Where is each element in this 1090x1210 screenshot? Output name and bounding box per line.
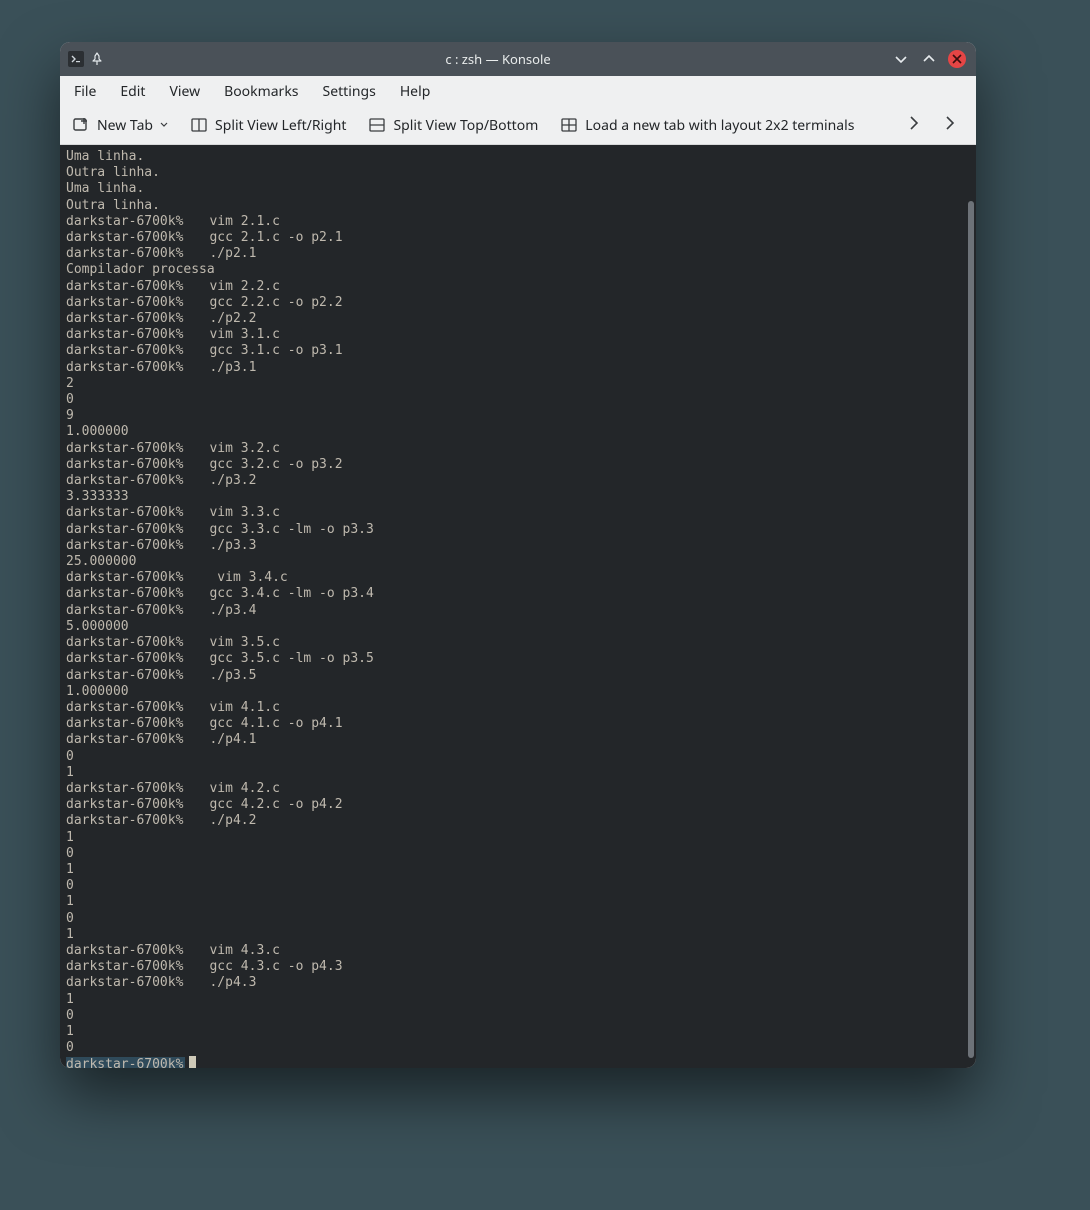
terminal-line: darkstar-6700k% ./p3.1 bbox=[66, 360, 970, 376]
terminal-line: 0 bbox=[66, 1008, 970, 1024]
terminal-line: darkstar-6700k% vim 3.5.c bbox=[66, 635, 970, 651]
terminal-line: darkstar-6700k% vim 2.1.c bbox=[66, 214, 970, 230]
new-tab-icon bbox=[72, 116, 90, 134]
app-icon bbox=[68, 51, 84, 67]
terminal-line: darkstar-6700k% vim 3.4.c bbox=[66, 570, 970, 586]
terminal-line: darkstar-6700k% gcc 3.2.c -o p3.2 bbox=[66, 457, 970, 473]
terminal-line: darkstar-6700k% ./p3.3 bbox=[66, 538, 970, 554]
split-top-bottom-button[interactable]: Split View Top/Bottom bbox=[368, 116, 538, 135]
terminal-line: 0 bbox=[66, 878, 970, 894]
terminal-line: darkstar-6700k% gcc 4.1.c -o p4.1 bbox=[66, 716, 970, 732]
terminal-content[interactable]: Uma linha.Outra linha.Uma linha.Outra li… bbox=[60, 145, 976, 1068]
terminal-line: 1 bbox=[66, 1024, 970, 1040]
terminal-line: darkstar-6700k% vim 2.2.c bbox=[66, 279, 970, 295]
terminal-line: Outra linha. bbox=[66, 198, 970, 214]
menu-settings[interactable]: Settings bbox=[323, 82, 376, 101]
menu-bookmarks[interactable]: Bookmarks bbox=[224, 82, 298, 101]
layout-2x2-label: Load a new tab with layout 2x2 terminals bbox=[585, 116, 854, 135]
terminal-line: darkstar-6700k% gcc 2.2.c -o p2.2 bbox=[66, 295, 970, 311]
terminal-line: darkstar-6700k% vim 3.3.c bbox=[66, 505, 970, 521]
terminal-line: Outra linha. bbox=[66, 165, 970, 181]
terminal-line: darkstar-6700k% gcc 3.4.c -lm -o p3.4 bbox=[66, 586, 970, 602]
terminal-line: Uma linha. bbox=[66, 149, 970, 165]
nav-prev-button[interactable] bbox=[906, 115, 922, 136]
terminal-line: 0 bbox=[66, 392, 970, 408]
maximize-button[interactable] bbox=[920, 50, 938, 68]
terminal-line: darkstar-6700k% ./p3.2 bbox=[66, 473, 970, 489]
terminal-line: darkstar-6700k% gcc 3.5.c -lm -o p3.5 bbox=[66, 651, 970, 667]
toolbar: New Tab Split View Left/Right Split View… bbox=[60, 106, 976, 145]
terminal-line: 0 bbox=[66, 1040, 970, 1056]
terminal-line: Uma linha. bbox=[66, 181, 970, 197]
terminal-line: 9 bbox=[66, 408, 970, 424]
terminal-line: 2 bbox=[66, 376, 970, 392]
terminal-line: darkstar-6700k% ./p4.2 bbox=[66, 813, 970, 829]
scrollbar-thumb[interactable] bbox=[968, 201, 974, 1058]
new-tab-label: New Tab bbox=[97, 116, 153, 135]
menu-view[interactable]: View bbox=[169, 82, 200, 101]
terminal-line: 0 bbox=[66, 911, 970, 927]
terminal-line: darkstar-6700k% ./p4.3 bbox=[66, 975, 970, 991]
new-tab-button[interactable]: New Tab bbox=[72, 116, 168, 135]
terminal-line: 1 bbox=[66, 992, 970, 1008]
menubar: File Edit View Bookmarks Settings Help bbox=[60, 76, 976, 106]
terminal-line: 1 bbox=[66, 765, 970, 781]
terminal-line: darkstar-6700k% vim 3.2.c bbox=[66, 441, 970, 457]
terminal-line: 1 bbox=[66, 927, 970, 943]
konsole-window: c : zsh — Konsole File Edit View Bookmar… bbox=[60, 42, 976, 1068]
terminal-line: 1 bbox=[66, 894, 970, 910]
minimize-button[interactable] bbox=[892, 50, 910, 68]
titlebar-left bbox=[60, 51, 104, 67]
terminal-line: darkstar-6700k% vim 3.1.c bbox=[66, 327, 970, 343]
terminal-line: 3.333333 bbox=[66, 489, 970, 505]
split-left-right-button[interactable]: Split View Left/Right bbox=[190, 116, 346, 135]
terminal-current-line[interactable]: darkstar-6700k% bbox=[66, 1056, 970, 1068]
split-lr-label: Split View Left/Right bbox=[215, 116, 346, 135]
terminal-line: darkstar-6700k% vim 4.3.c bbox=[66, 943, 970, 959]
menu-edit[interactable]: Edit bbox=[120, 82, 145, 101]
terminal-line: 1.000000 bbox=[66, 424, 970, 440]
terminal-line: 1.000000 bbox=[66, 684, 970, 700]
toolbar-nav bbox=[906, 115, 964, 136]
terminal-line: darkstar-6700k% gcc 4.3.c -o p4.3 bbox=[66, 959, 970, 975]
grid-2x2-icon bbox=[560, 116, 578, 134]
menu-help[interactable]: Help bbox=[400, 82, 431, 101]
terminal-line: darkstar-6700k% gcc 4.2.c -o p4.2 bbox=[66, 797, 970, 813]
split-tb-icon bbox=[368, 116, 386, 134]
terminal-line: darkstar-6700k% ./p3.5 bbox=[66, 668, 970, 684]
terminal-line: 0 bbox=[66, 846, 970, 862]
terminal-line: 0 bbox=[66, 749, 970, 765]
terminal-line: 5.000000 bbox=[66, 619, 970, 635]
cursor-icon bbox=[189, 1056, 196, 1068]
terminal-line: darkstar-6700k% vim 4.2.c bbox=[66, 781, 970, 797]
titlebar-controls bbox=[892, 50, 976, 68]
terminal-line: 1 bbox=[66, 830, 970, 846]
layout-2x2-button[interactable]: Load a new tab with layout 2x2 terminals bbox=[560, 116, 854, 135]
split-lr-icon bbox=[190, 116, 208, 134]
terminal-line: darkstar-6700k% ./p4.1 bbox=[66, 732, 970, 748]
terminal-line: darkstar-6700k% gcc 2.1.c -o p2.1 bbox=[66, 230, 970, 246]
split-tb-label: Split View Top/Bottom bbox=[393, 116, 538, 135]
pin-icon[interactable] bbox=[90, 52, 104, 66]
terminal-line: 1 bbox=[66, 862, 970, 878]
terminal-viewport[interactable]: Uma linha.Outra linha.Uma linha.Outra li… bbox=[60, 145, 976, 1068]
terminal-line: darkstar-6700k% gcc 3.1.c -o p3.1 bbox=[66, 343, 970, 359]
chevron-down-icon bbox=[160, 121, 168, 129]
titlebar[interactable]: c : zsh — Konsole bbox=[60, 42, 976, 76]
terminal-line: 25.000000 bbox=[66, 554, 970, 570]
terminal-line: darkstar-6700k% ./p2.1 bbox=[66, 246, 970, 262]
nav-next-button[interactable] bbox=[942, 115, 958, 136]
terminal-line: Compilador processa bbox=[66, 262, 970, 278]
window-title: c : zsh — Konsole bbox=[104, 50, 892, 68]
terminal-line: darkstar-6700k% vim 4.1.c bbox=[66, 700, 970, 716]
terminal-line: darkstar-6700k% ./p3.4 bbox=[66, 603, 970, 619]
terminal-line: darkstar-6700k% gcc 3.3.c -lm -o p3.3 bbox=[66, 522, 970, 538]
close-button[interactable] bbox=[948, 50, 966, 68]
menu-file[interactable]: File bbox=[74, 82, 96, 101]
terminal-line: darkstar-6700k% ./p2.2 bbox=[66, 311, 970, 327]
